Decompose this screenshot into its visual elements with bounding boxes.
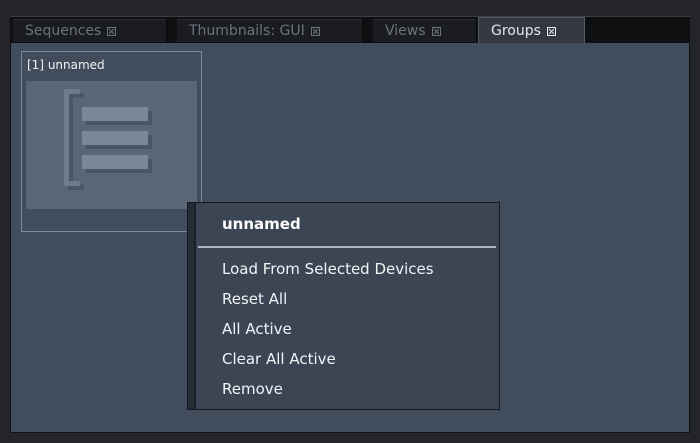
context-menu: unnamed Load From Selected Devices Reset…: [187, 202, 500, 410]
tab-divider: [476, 19, 477, 42]
menu-item-all-active[interactable]: All Active: [222, 320, 292, 338]
app-window: Sequences Thumbnails: GUI Views Groups […: [0, 0, 700, 443]
tab-views[interactable]: Views: [373, 19, 476, 42]
group-list-icon: [64, 89, 152, 190]
menu-item-clear-all-active[interactable]: Clear All Active: [222, 350, 336, 368]
menu-divider: [198, 246, 496, 248]
tab-label: Groups: [491, 23, 541, 39]
tab-label: Sequences: [25, 23, 102, 39]
menu-item-reset-all[interactable]: Reset All: [222, 290, 287, 308]
tab-thumbnails-gui[interactable]: Thumbnails: GUI: [177, 19, 362, 42]
menu-item-remove[interactable]: Remove: [222, 380, 283, 398]
menu-side-strip: [188, 203, 196, 409]
tab-bar: Sequences Thumbnails: GUI Views Groups: [10, 16, 690, 44]
tab-sequences[interactable]: Sequences: [13, 19, 166, 42]
tab-label: Views: [385, 23, 426, 39]
close-icon[interactable]: [431, 27, 441, 36]
close-icon[interactable]: [546, 27, 556, 36]
tab-label: Thumbnails: GUI: [189, 23, 305, 39]
group-thumbnail[interactable]: [26, 81, 197, 209]
close-icon[interactable]: [107, 27, 117, 36]
tab-divider: [362, 19, 363, 42]
tab-groups[interactable]: Groups: [478, 17, 585, 44]
close-icon[interactable]: [310, 27, 320, 36]
menu-item-load-from-selected-devices[interactable]: Load From Selected Devices: [222, 260, 434, 278]
tab-divider: [166, 19, 167, 42]
group-tile-title: [1] unnamed: [27, 58, 105, 72]
groups-panel: [1] unnamed unnamed Load From Selected D…: [10, 43, 690, 433]
group-tile[interactable]: [1] unnamed: [21, 51, 202, 232]
context-menu-title: unnamed: [222, 215, 301, 233]
